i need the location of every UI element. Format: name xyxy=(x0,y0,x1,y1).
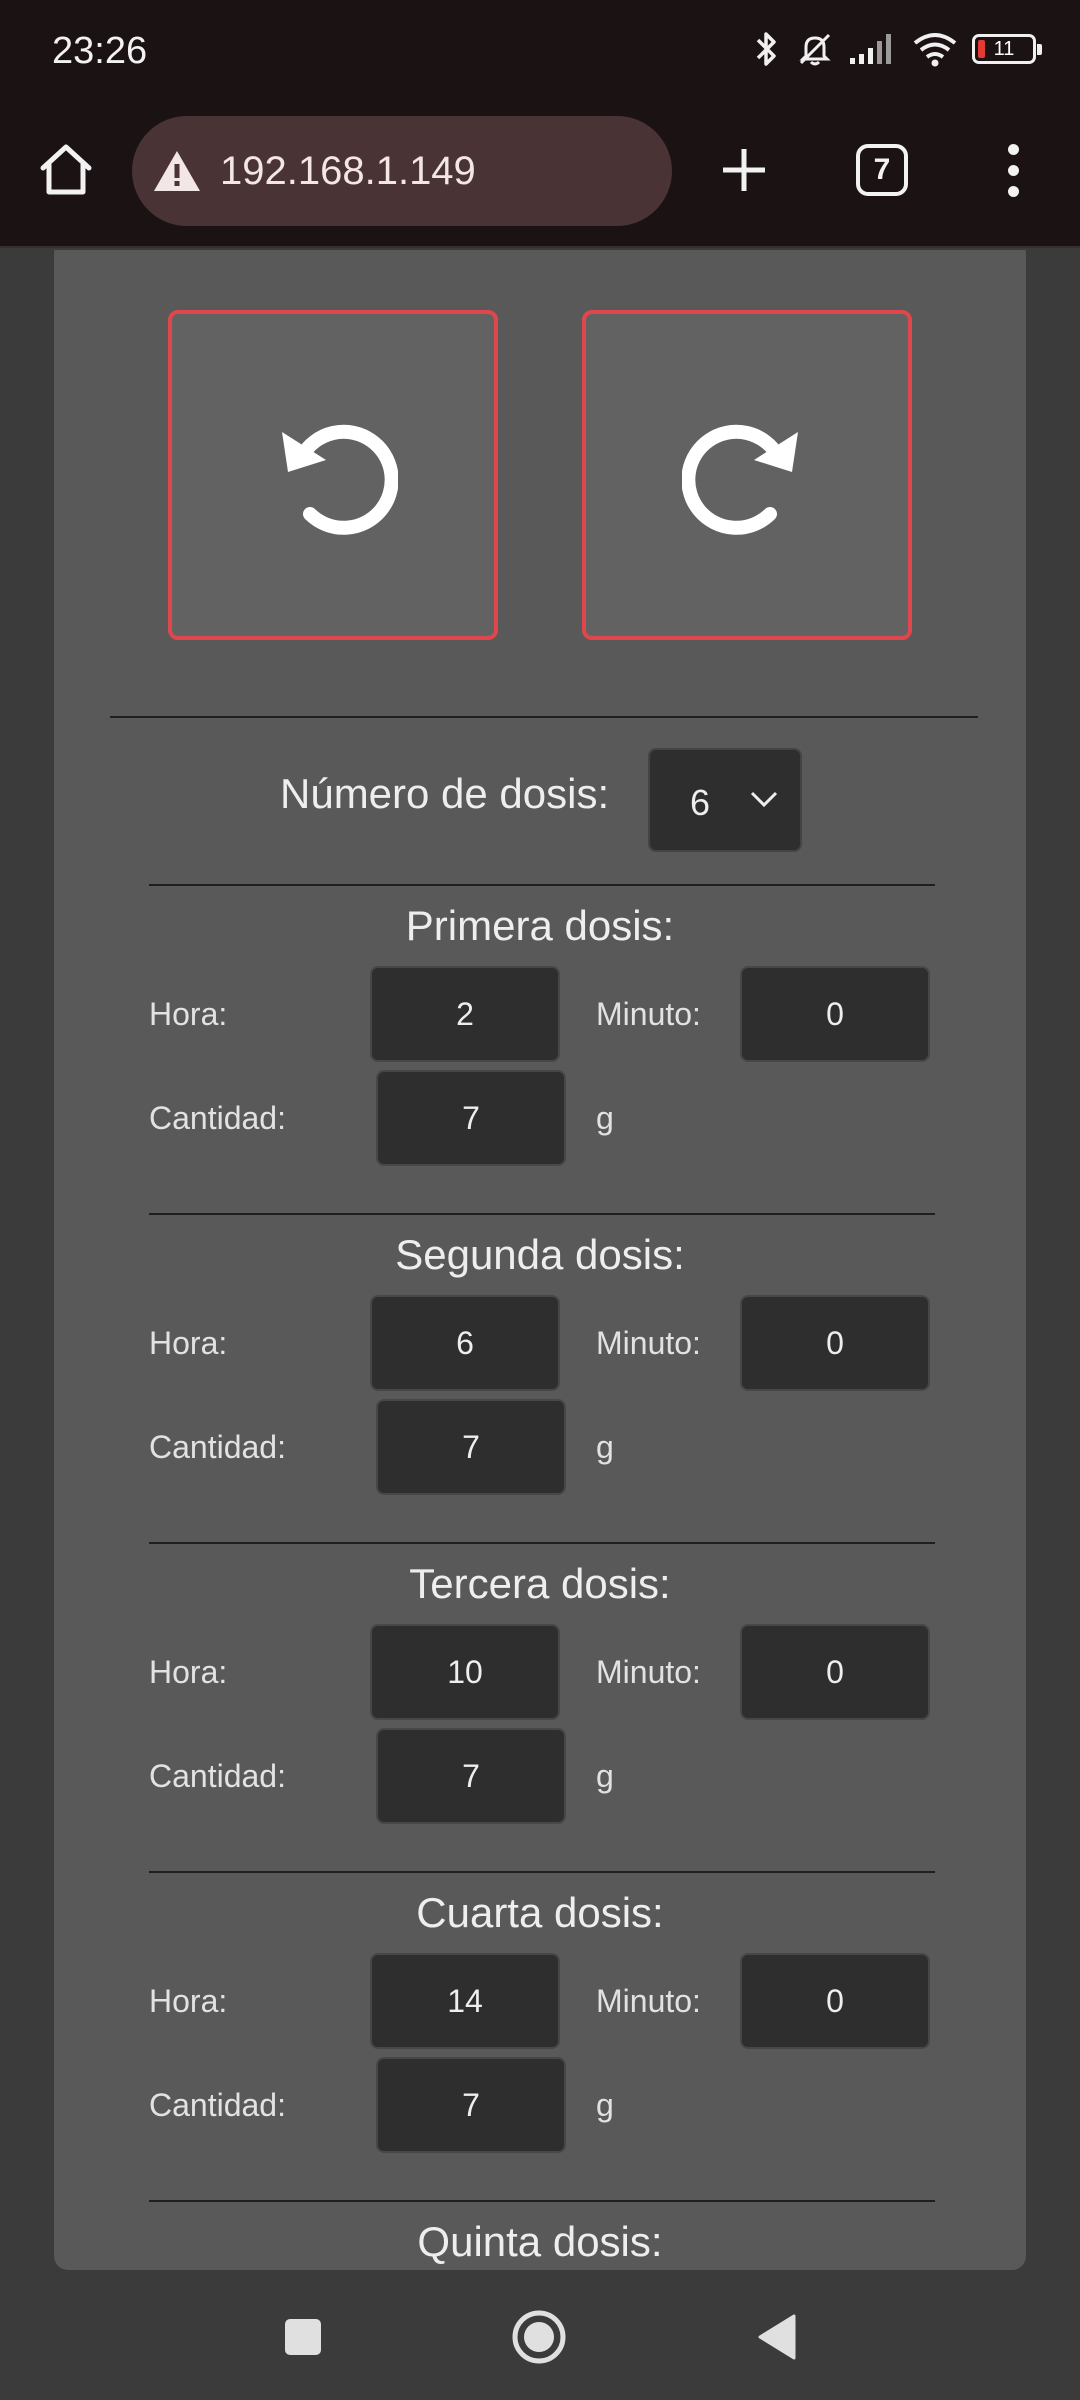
minuto-label: Minuto: xyxy=(596,1983,701,2019)
plus-icon xyxy=(723,149,765,191)
bluetooth-icon xyxy=(756,32,776,66)
tab-switcher-button[interactable]: 7 xyxy=(856,144,908,196)
unit-label: g xyxy=(596,1100,614,1136)
status-bar: 23:26 11 xyxy=(0,0,1080,110)
bell-muted-icon xyxy=(799,33,831,66)
minuto-input[interactable] xyxy=(740,966,930,1062)
minuto-input[interactable] xyxy=(740,1295,930,1391)
cantidad-input[interactable] xyxy=(376,1399,566,1495)
hora-input[interactable] xyxy=(370,1953,560,2049)
rotate-right-button[interactable] xyxy=(582,310,912,640)
hora-label: Hora: xyxy=(149,1983,228,2019)
hora-input[interactable] xyxy=(370,1624,560,1720)
hora-label: Hora: xyxy=(149,1654,228,1690)
cantidad-input[interactable] xyxy=(376,2057,566,2153)
dose-count-row: Número de dosis: 6 xyxy=(54,748,1026,852)
address-bar[interactable]: 192.168.1.149 xyxy=(132,116,672,226)
hora-label: Hora: xyxy=(149,996,228,1032)
battery-icon: 11 xyxy=(972,34,1042,64)
home-icon xyxy=(40,144,92,195)
divider xyxy=(110,716,978,718)
battery-level: 11 xyxy=(993,38,1015,60)
unit-label: g xyxy=(596,1758,614,1794)
minuto-label: Minuto: xyxy=(596,1654,701,1690)
dose-title: Quinta dosis: xyxy=(417,2218,663,2265)
dose-count-value: 6 xyxy=(690,782,711,823)
dose-title: Segunda dosis: xyxy=(395,1231,685,1278)
status-time: 23:26 xyxy=(52,30,148,72)
divider xyxy=(149,1213,935,1215)
unit-label: g xyxy=(596,1429,614,1465)
home-nav-button[interactable] xyxy=(506,2304,572,2370)
divider xyxy=(149,2200,935,2202)
dose-section: Quinta dosis: xyxy=(54,2200,1026,2278)
dose-count-label: Número de dosis: xyxy=(280,770,610,817)
dose-title: Tercera dosis: xyxy=(409,1560,671,1607)
signal-icon xyxy=(850,34,891,64)
cantidad-label: Cantidad: xyxy=(149,2087,286,2123)
system-nav-bar xyxy=(0,2278,1080,2400)
back-triangle-icon xyxy=(758,2314,796,2360)
divider xyxy=(149,884,935,886)
cantidad-label: Cantidad: xyxy=(149,1758,286,1794)
minuto-label: Minuto: xyxy=(596,1325,701,1361)
circle-home-icon xyxy=(512,2310,566,2364)
new-tab-button[interactable] xyxy=(712,138,776,202)
cantidad-label: Cantidad: xyxy=(149,1100,286,1136)
minuto-input[interactable] xyxy=(740,1953,930,2049)
more-vert-icon xyxy=(1007,143,1019,155)
recents-button[interactable] xyxy=(270,2304,336,2370)
minuto-label: Minuto: xyxy=(596,996,701,1032)
minuto-input[interactable] xyxy=(740,1624,930,1720)
rotate-left-button[interactable] xyxy=(168,310,498,640)
square-icon xyxy=(285,2319,321,2355)
dose-count-select[interactable]: 6 xyxy=(648,748,802,852)
back-button[interactable] xyxy=(744,2304,810,2370)
warning-icon xyxy=(154,151,200,191)
unit-label: g xyxy=(596,2087,614,2123)
browser-toolbar: 192.168.1.149 7 xyxy=(0,110,1080,248)
dose-section: Cuarta dosis: Hora: Minuto: Cantidad: g xyxy=(54,1871,1026,2201)
dose-section: Segunda dosis: Hora: Minuto: Cantidad: g xyxy=(54,1213,1026,1543)
hora-input[interactable] xyxy=(370,966,560,1062)
dose-title: Cuarta dosis: xyxy=(416,1889,664,1936)
url-text: 192.168.1.149 xyxy=(220,148,476,193)
chevron-down-icon xyxy=(750,791,778,808)
cantidad-input[interactable] xyxy=(376,1728,566,1824)
wifi-icon xyxy=(913,33,957,67)
hora-label: Hora: xyxy=(149,1325,228,1361)
home-button[interactable] xyxy=(34,138,98,202)
divider xyxy=(149,1871,935,1873)
status-icons: 11 xyxy=(752,30,1042,68)
hora-input[interactable] xyxy=(370,1295,560,1391)
cantidad-input[interactable] xyxy=(376,1070,566,1166)
rotate-cw-icon xyxy=(682,424,798,535)
cantidad-label: Cantidad: xyxy=(149,1429,286,1465)
rotate-ccw-icon xyxy=(282,424,398,535)
dose-section: Primera dosis: Hora: Minuto: Cantidad: g xyxy=(54,884,1026,1214)
overflow-menu-button[interactable] xyxy=(988,138,1038,202)
page-viewport: Número de dosis: 6 Primera dosis: Hora: … xyxy=(0,250,1080,2278)
dose-section: Tercera dosis: Hora: Minuto: Cantidad: g xyxy=(54,1542,1026,1872)
divider xyxy=(149,1542,935,1544)
dose-title: Primera dosis: xyxy=(405,902,675,949)
settings-card: Número de dosis: 6 Primera dosis: Hora: … xyxy=(54,250,1026,2270)
